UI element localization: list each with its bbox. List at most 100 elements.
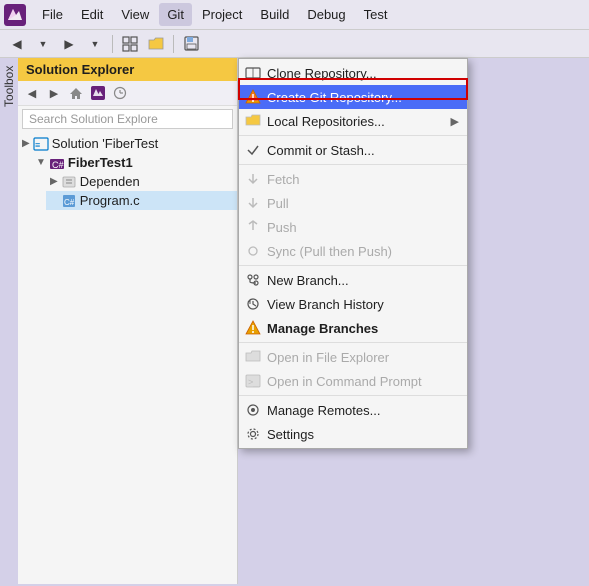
settings-icon (245, 426, 261, 442)
push-label: Push (267, 220, 459, 235)
fetch-label: Fetch (267, 172, 459, 187)
menu-debug[interactable]: Debug (299, 3, 353, 26)
main-area: Toolbox Solution Explorer ◀ ▶ Search Sol… (0, 58, 589, 584)
solution-explorer-panel: Solution Explorer ◀ ▶ Search Solution Ex… (18, 58, 238, 584)
forward-button[interactable]: ▶ (58, 33, 80, 55)
toolbar: ◀ ▼ ▶ ▼ (0, 30, 589, 58)
branch-icon (245, 272, 261, 288)
dropdown-back-button[interactable]: ▼ (32, 33, 54, 55)
solution-explorer-title: Solution Explorer (18, 58, 237, 81)
svg-text:C#: C# (64, 198, 75, 207)
file-explorer-label: Open in File Explorer (267, 350, 459, 365)
tree-program-cs[interactable]: ▶ C# Program.c (46, 191, 237, 210)
menu-project[interactable]: Project (194, 3, 250, 26)
save-icon[interactable] (180, 33, 202, 55)
menu-bar: File Edit View Git Project Build Debug T… (0, 0, 589, 30)
local-repos-label: Local Repositories... (267, 114, 445, 129)
separator-4 (239, 342, 467, 343)
deps-icon (61, 175, 77, 189)
new-branch-label: New Branch... (267, 273, 459, 288)
menu-test[interactable]: Test (356, 3, 396, 26)
clone-icon (245, 65, 261, 81)
toolbox-label[interactable]: Toolbox (0, 58, 18, 584)
command-prompt-label: Open in Command Prompt (267, 374, 459, 389)
project-arrow-icon: ▼ (36, 157, 46, 168)
separator-5 (239, 395, 467, 396)
pull-icon (245, 195, 261, 211)
menu-item-file-explorer: Open in File Explorer (239, 345, 467, 369)
menu-item-create-git[interactable]: Create Git Repository... (239, 85, 467, 109)
manage-remotes-label: Manage Remotes... (267, 403, 459, 418)
local-repos-icon (245, 113, 261, 129)
menu-item-fetch: Fetch (239, 167, 467, 191)
sync-icon (245, 243, 261, 259)
solution-label: Solution 'FiberTest (52, 136, 159, 151)
deps-label: Dependen (80, 174, 140, 189)
project-label: FiberTest1 (68, 155, 133, 170)
tree-project[interactable]: ▼ C# FiberTest1 (32, 153, 237, 172)
menu-item-sync: Sync (Pull then Push) (239, 239, 467, 263)
program-cs-label: Program.c (80, 193, 140, 208)
se-history-icon[interactable] (110, 83, 130, 103)
project-icon: C# (49, 156, 65, 170)
remotes-icon (245, 402, 261, 418)
tree-solution[interactable]: ▶ ≡ Solution 'FiberTest (18, 134, 237, 153)
se-forward-button[interactable]: ▶ (44, 83, 64, 103)
menu-item-pull: Pull (239, 191, 467, 215)
menu-item-clone[interactable]: Clone Repository... (239, 61, 467, 85)
tree-dependencies[interactable]: ▶ Dependen (46, 172, 237, 191)
se-back-button[interactable]: ◀ (22, 83, 42, 103)
file-explorer-icon (245, 349, 261, 365)
menu-item-command-prompt: >_ Open in Command Prompt (239, 369, 467, 393)
commit-icon (245, 142, 261, 158)
svg-text:≡: ≡ (35, 140, 40, 150)
grid-icon[interactable] (119, 33, 141, 55)
menu-item-manage-branches[interactable]: Manage Branches (239, 316, 467, 340)
menu-item-settings[interactable]: Settings (239, 422, 467, 446)
command-prompt-icon: >_ (245, 373, 261, 389)
se-toolbar: ◀ ▶ (18, 81, 237, 106)
solution-arrow-icon: ▶ (22, 138, 30, 149)
menu-item-commit[interactable]: Commit or Stash... (239, 138, 467, 162)
se-home-icon[interactable] (66, 83, 86, 103)
separator-3 (239, 265, 467, 266)
menu-item-push: Push (239, 215, 467, 239)
git-dropdown-menu: Clone Repository... Create Git Repositor… (238, 58, 468, 449)
history-icon (245, 296, 261, 312)
back-button[interactable]: ◀ (6, 33, 28, 55)
open-folder-icon[interactable] (145, 33, 167, 55)
push-icon (245, 219, 261, 235)
menu-item-branch-history[interactable]: View Branch History (239, 292, 467, 316)
dropdown-forward-button[interactable]: ▼ (84, 33, 106, 55)
local-repos-arrow-icon: ▶ (451, 115, 459, 128)
pull-label: Pull (267, 196, 459, 211)
branch-history-label: View Branch History (267, 297, 459, 312)
menu-build[interactable]: Build (252, 3, 297, 26)
manage-branches-icon (245, 320, 261, 336)
toolbar-separator-1 (112, 35, 113, 53)
se-search-box[interactable]: Search Solution Explore (22, 109, 233, 129)
solution-icon: ≡ (33, 137, 49, 151)
fetch-icon (245, 171, 261, 187)
menu-view[interactable]: View (113, 3, 157, 26)
menu-item-local-repos[interactable]: Local Repositories... ▶ (239, 109, 467, 133)
menu-git[interactable]: Git (159, 3, 192, 26)
menu-item-new-branch[interactable]: New Branch... (239, 268, 467, 292)
cs-file-icon: C# (61, 194, 77, 208)
menu-file[interactable]: File (34, 3, 71, 26)
menu-edit[interactable]: Edit (73, 3, 111, 26)
create-git-label: Create Git Repository... (267, 90, 459, 105)
search-placeholder-text: Search Solution Explore (29, 112, 158, 126)
commit-label: Commit or Stash... (267, 143, 459, 158)
separator-2 (239, 164, 467, 165)
clone-label: Clone Repository... (267, 66, 459, 81)
svg-text:C#: C# (52, 160, 64, 170)
svg-text:>_: >_ (248, 377, 259, 387)
content-area: Clone Repository... Create Git Repositor… (238, 58, 589, 584)
se-vs-icon[interactable] (88, 83, 108, 103)
deps-arrow-icon: ▶ (50, 176, 58, 187)
separator-1 (239, 135, 467, 136)
toolbar-separator-2 (173, 35, 174, 53)
create-git-icon (245, 89, 261, 105)
menu-item-manage-remotes[interactable]: Manage Remotes... (239, 398, 467, 422)
